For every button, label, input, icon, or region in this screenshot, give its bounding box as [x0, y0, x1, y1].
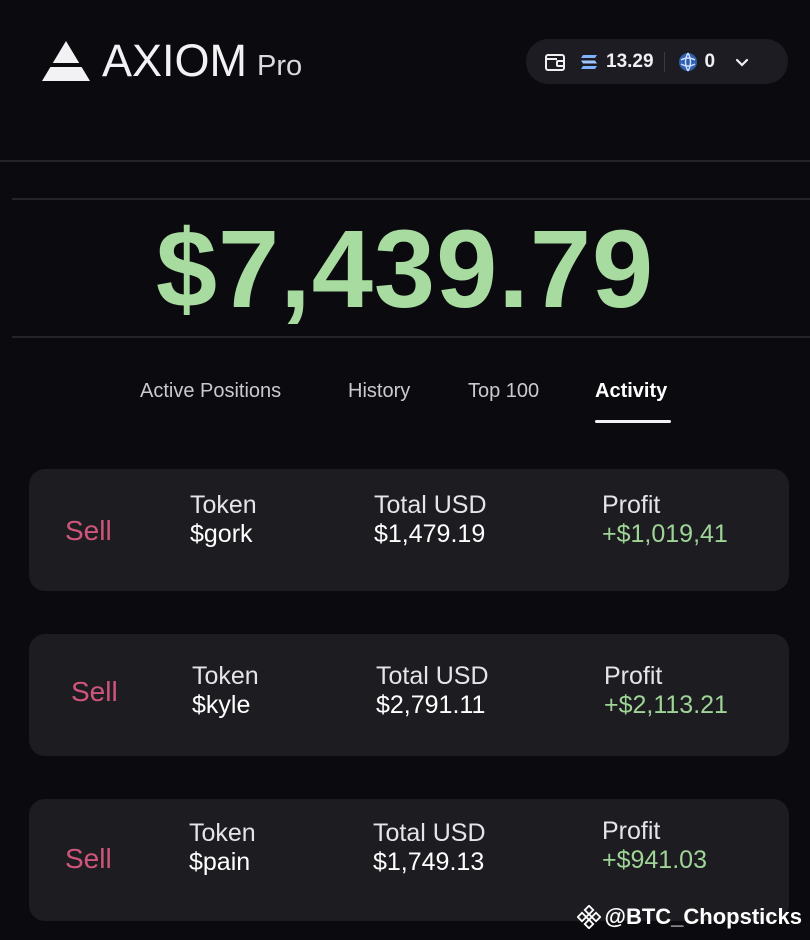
trade-type: Sell [71, 676, 118, 707]
globe-points-icon [678, 52, 697, 71]
total-value: $1,479.19 [374, 520, 486, 548]
tab-history[interactable]: History [348, 380, 410, 403]
portfolio-balance: $7,439.79 [155, 208, 655, 331]
token-label: Token [190, 491, 257, 519]
token-value: $kyle [192, 691, 251, 719]
solana-icon [581, 54, 597, 69]
profit-value: +$941.03 [602, 846, 707, 874]
brand-name: AXIOM [102, 35, 248, 86]
profit-value: +$1,019,41 [602, 520, 728, 548]
activity-card[interactable]: Sell Token $gork Total USD $1,479.19 Pro… [29, 469, 789, 591]
token-label: Token [192, 662, 259, 690]
chevron-down-icon[interactable] [735, 55, 749, 69]
watermark: @BTC_Chopsticks [576, 904, 802, 930]
total-value: $1,749.13 [373, 848, 485, 876]
axiom-logo[interactable]: AXIOM Pro [40, 38, 302, 83]
total-label: Total USD [373, 819, 486, 847]
profit-label: Profit [604, 662, 663, 690]
profit-column: Profit +$941.03 [602, 817, 707, 875]
binance-icon [576, 905, 601, 929]
profit-value: +$2,113.21 [604, 691, 728, 719]
sol-balance: 13.29 [606, 50, 654, 72]
token-value: $pain [189, 848, 251, 876]
wallet-icon [545, 53, 565, 71]
tab-active-positions[interactable]: Active Positions [140, 380, 281, 403]
profit-label: Profit [602, 817, 661, 845]
tab-top-100[interactable]: Top 100 [468, 380, 539, 403]
token-label: Token [189, 819, 256, 847]
wallet-dropdown[interactable]: 13.29 0 [526, 39, 788, 84]
trade-type: Sell [65, 843, 112, 874]
axiom-logo-icon [40, 41, 92, 81]
brand-sub: Pro [257, 50, 303, 82]
token-column: Token $gork [190, 491, 257, 549]
watermark-text: @BTC_Chopsticks [604, 904, 802, 929]
total-value: $2,791.11 [376, 691, 486, 719]
token-value: $gork [190, 520, 253, 548]
total-label: Total USD [374, 491, 487, 519]
token-column: Token $pain [189, 819, 256, 877]
tab-activity[interactable]: Activity [595, 380, 667, 403]
activity-card[interactable]: Sell Token $kyle Total USD $2,791.11 Pro… [29, 634, 789, 756]
profit-label: Profit [602, 491, 661, 519]
total-column: Total USD $1,749.13 [373, 819, 486, 877]
trade-type: Sell [65, 515, 112, 546]
divider [0, 160, 810, 162]
divider [12, 198, 810, 200]
token-column: Token $kyle [192, 662, 259, 720]
total-label: Total USD [376, 662, 489, 690]
divider [12, 336, 810, 338]
total-column: Total USD $2,791.11 [376, 662, 489, 720]
active-tab-indicator [595, 420, 671, 423]
profit-column: Profit +$2,113.21 [604, 662, 728, 720]
activity-card[interactable]: Sell Token $pain Total USD $1,749.13 Pro… [29, 799, 789, 921]
total-column: Total USD $1,479.19 [374, 491, 487, 549]
profit-column: Profit +$1,019,41 [602, 491, 728, 549]
points-count: 0 [704, 50, 716, 72]
pill-divider [663, 51, 665, 72]
